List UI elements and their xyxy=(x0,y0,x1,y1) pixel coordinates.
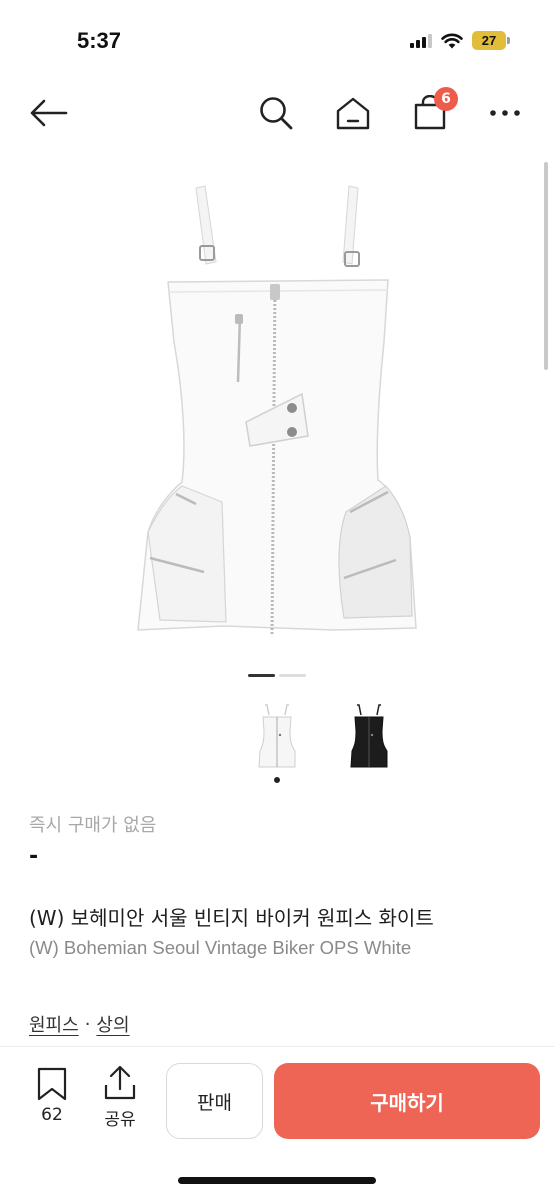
sell-button[interactable]: 판매 xyxy=(166,1063,263,1139)
color-options xyxy=(250,700,396,772)
status-icons: 27 xyxy=(410,31,510,50)
share-label: 공유 xyxy=(104,1110,136,1130)
back-button[interactable] xyxy=(26,91,70,135)
search-icon xyxy=(260,97,293,130)
bookmark-icon xyxy=(37,1067,67,1101)
category-separator: · xyxy=(84,1013,91,1035)
share-button[interactable]: 공유 xyxy=(103,1065,137,1130)
pager-dot-2[interactable] xyxy=(279,674,306,677)
product-title-en: (W) Bohemian Seoul Vintage Biker OPS Whi… xyxy=(29,937,412,958)
pager-dot-1[interactable] xyxy=(248,674,275,677)
black-dress-thumb xyxy=(350,704,388,768)
category-link-tops[interactable]: 상의 xyxy=(96,1011,129,1037)
white-dress-thumb xyxy=(258,704,296,768)
share-icon xyxy=(104,1065,136,1100)
bottom-action-bar: 62 공유 판매 구매하기 xyxy=(0,1046,554,1200)
status-bar: 5:37 27 xyxy=(0,0,554,82)
status-time: 5:37 xyxy=(77,28,122,53)
category-link-dress[interactable]: 원피스 xyxy=(29,1011,79,1037)
more-icon xyxy=(490,110,520,116)
category-links: 원피스 · 상의 xyxy=(29,1011,130,1037)
battery-level: 27 xyxy=(472,31,506,50)
product-image[interactable] xyxy=(0,160,554,660)
availability-text: 즉시 구매가 없음 xyxy=(29,815,157,836)
more-button[interactable] xyxy=(483,91,527,135)
cart-button[interactable]: 6 xyxy=(408,87,458,135)
wifi-icon xyxy=(441,33,463,48)
white-dress-image xyxy=(137,185,417,635)
thumb-black[interactable] xyxy=(342,700,396,772)
home-icon xyxy=(336,97,370,130)
product-title-ko: (W) 보헤미안 서울 빈티지 바이커 원피스 화이트 xyxy=(29,906,434,930)
selected-thumb-indicator xyxy=(274,777,280,783)
bookmark-button[interactable]: 62 xyxy=(36,1067,68,1125)
nav-bar: 6 xyxy=(0,82,554,146)
home-button[interactable] xyxy=(331,91,375,135)
back-arrow-icon xyxy=(30,99,68,127)
image-pager xyxy=(248,674,306,677)
thumb-white[interactable] xyxy=(250,700,304,772)
home-indicator xyxy=(178,1177,376,1184)
battery-icon: 27 xyxy=(472,31,510,50)
bookmark-count: 62 xyxy=(41,1105,63,1125)
search-button[interactable] xyxy=(254,91,298,135)
signal-icon xyxy=(410,33,432,48)
buy-button[interactable]: 구매하기 xyxy=(274,1063,540,1139)
price: - xyxy=(29,844,39,869)
cart-count-badge: 6 xyxy=(434,87,458,111)
